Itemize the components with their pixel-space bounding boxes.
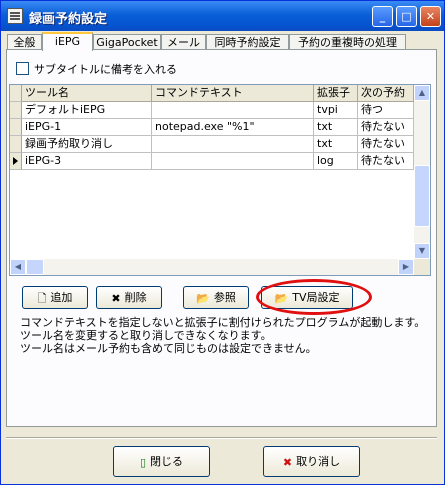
column-header[interactable]: 拡張子 <box>314 85 358 102</box>
new-document-icon: 🗋 <box>37 292 47 305</box>
cancel-button-label: 取り消し <box>296 455 341 468</box>
scrollbar-corner <box>414 259 430 275</box>
help-line: コマンドテキストを指定しないと拡張子に割付けられたプログラムが起動します。 <box>20 316 426 329</box>
separator <box>6 437 437 439</box>
exit-door-icon: ▯ <box>139 456 147 469</box>
horizontal-scrollbar[interactable]: ◀ ▶ <box>10 259 414 275</box>
cancel-button[interactable]: ✖ 取り消し <box>263 446 360 477</box>
minimize-button[interactable]: _ <box>372 6 393 27</box>
column-header[interactable]: コマンドテキスト <box>152 85 314 102</box>
next-reservation-cell[interactable]: 待たない <box>358 153 414 170</box>
title-bar[interactable]: 録画予約設定 _ □ ✕ <box>1 1 444 31</box>
help-line: ツール名はメール予約も含めて同じものは設定できません。 <box>20 342 317 355</box>
highlight-circle <box>256 279 372 315</box>
browse-button[interactable]: 📂 参照 <box>183 286 249 309</box>
subtitle-checkbox[interactable] <box>16 62 29 75</box>
next-reservation-cell[interactable]: 待たない <box>358 136 414 153</box>
vertical-scrollbar[interactable]: ▲ ▼ <box>414 85 430 259</box>
delete-x-icon: ✖ <box>111 292 121 305</box>
close-window-button[interactable]: ✕ <box>420 6 441 27</box>
column-header[interactable]: 次の予約 <box>358 85 414 102</box>
maximize-button[interactable]: □ <box>396 6 417 27</box>
column-header[interactable]: ツール名 <box>22 85 152 102</box>
open-folder-icon: 📂 <box>196 292 210 305</box>
scroll-down-icon[interactable]: ▼ <box>414 243 430 259</box>
next-reservation-cell[interactable]: 待つ <box>358 102 414 119</box>
table-row[interactable]: 録画予約取り消し txt 待たない <box>10 136 430 153</box>
scroll-left-icon[interactable]: ◀ <box>10 259 26 275</box>
next-reservation-cell[interactable]: 待たない <box>358 119 414 136</box>
tab-simultaneous[interactable]: 同時予約設定 <box>206 34 289 50</box>
browse-button-label: 参照 <box>213 291 236 304</box>
tab-iepg[interactable]: iEPG <box>42 32 93 51</box>
row-header-corner <box>10 85 22 102</box>
delete-button[interactable]: ✖ 削除 <box>96 286 162 309</box>
row-header-current[interactable] <box>10 153 22 170</box>
close-button-label: 閉じる <box>150 455 184 468</box>
add-button[interactable]: 🗋 追加 <box>22 286 88 309</box>
row-header[interactable] <box>10 136 22 153</box>
cancel-x-icon: ✖ <box>282 456 293 469</box>
tab-general[interactable]: 全般 <box>7 34 42 50</box>
close-button[interactable]: ▯ 閉じる <box>113 446 210 477</box>
tool-name-cell[interactable]: iEPG-3 <box>22 153 152 170</box>
command-cell[interactable] <box>152 153 314 170</box>
extension-cell[interactable]: log <box>314 153 358 170</box>
command-cell[interactable] <box>152 102 314 119</box>
window-title: 録画予約設定 <box>29 12 108 27</box>
tab-mail[interactable]: メール <box>161 34 206 50</box>
table-row[interactable]: iEPG-1 notepad.exe "%1" txt 待たない <box>10 119 430 136</box>
horizontal-scroll-thumb[interactable] <box>26 259 44 275</box>
vertical-scroll-thumb[interactable] <box>414 165 430 227</box>
tab-conflict[interactable]: 予約の重複時の処理 <box>289 34 406 50</box>
command-cell[interactable]: notepad.exe "%1" <box>152 119 314 136</box>
table-header: ツール名 コマンドテキスト 拡張子 次の予約 <box>10 85 430 102</box>
tool-name-cell[interactable]: iEPG-1 <box>22 119 152 136</box>
scroll-right-icon[interactable]: ▶ <box>398 259 414 275</box>
current-row-arrow-icon <box>13 157 18 165</box>
help-line: ツール名を変更すると取り消しできなくなります。 <box>20 329 272 342</box>
tool-name-cell[interactable]: デフォルトiEPG <box>22 102 152 119</box>
table-row[interactable]: デフォルトiEPG tvpi 待つ <box>10 102 430 119</box>
table-row[interactable]: iEPG-3 log 待たない <box>10 153 430 170</box>
add-button-label: 追加 <box>50 291 73 304</box>
row-header[interactable] <box>10 119 22 136</box>
tool-table: ツール名 コマンドテキスト 拡張子 次の予約 デフォルトiEPG tvpi 待つ… <box>9 84 431 276</box>
extension-cell[interactable]: txt <box>314 136 358 153</box>
scroll-up-icon[interactable]: ▲ <box>414 85 430 101</box>
tool-name-cell[interactable]: 録画予約取り消し <box>22 136 152 153</box>
extension-cell[interactable]: txt <box>314 119 358 136</box>
help-text: コマンドテキストを指定しないと拡張子に割付けられたプログラムが起動します。 ツー… <box>20 316 425 355</box>
command-cell[interactable] <box>152 136 314 153</box>
app-icon <box>7 8 23 24</box>
subtitle-checkbox-label[interactable]: サブタイトルに備考を入れる <box>34 61 177 77</box>
delete-button-label: 削除 <box>124 291 147 304</box>
row-header[interactable] <box>10 102 22 119</box>
tab-gigapocket[interactable]: GigaPocket <box>93 34 161 50</box>
extension-cell[interactable]: tvpi <box>314 102 358 119</box>
